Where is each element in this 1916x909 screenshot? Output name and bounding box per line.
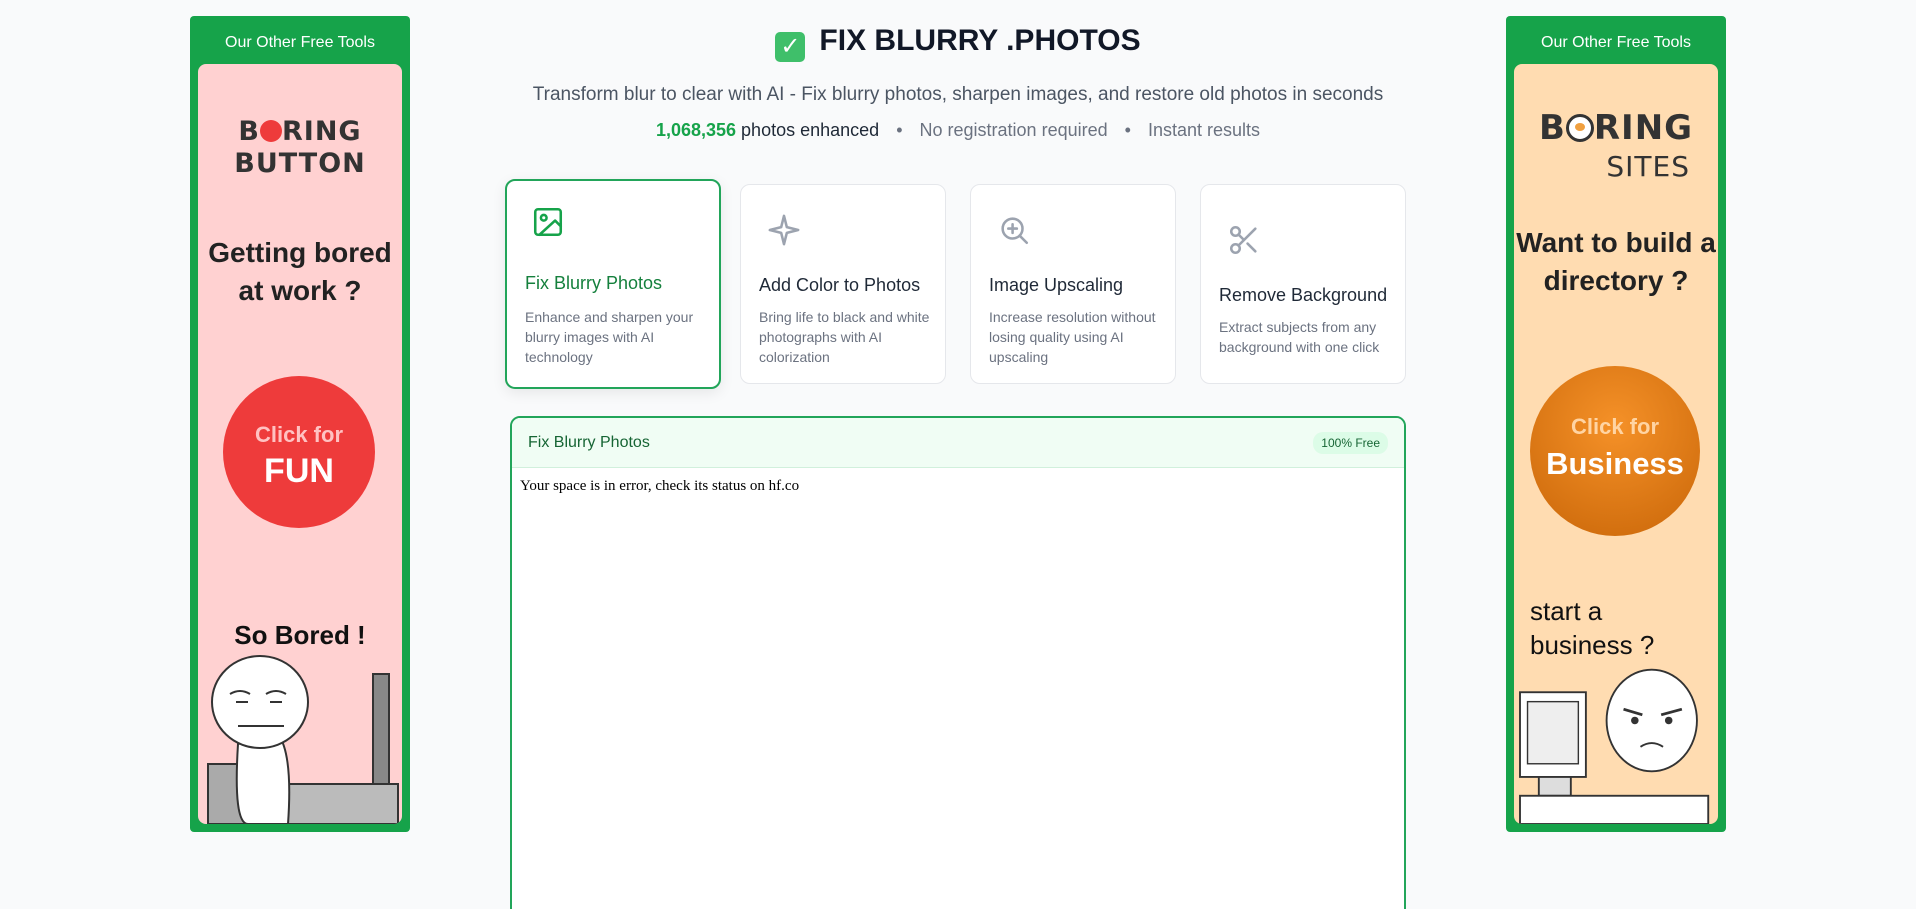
photos-enhanced-count: 1,068,356 — [655, 120, 737, 140]
bored-person-illustration — [207, 655, 399, 824]
tool-description: Enhance and sharpen your blurry images w… — [525, 309, 694, 365]
stats-bar: 1,068,356 photos enhanced • No registrat… — [0, 120, 1916, 141]
free-badge: 100% Free — [1313, 432, 1388, 454]
tool-name: Remove Background — [1219, 285, 1388, 305]
tool-name: Add Color to Photos — [759, 275, 921, 295]
scissors-icon — [1229, 225, 1257, 255]
click-for-fun-button[interactable]: Click for FUN — [223, 376, 375, 528]
tool-card-upscaling[interactable]: Image Upscaling Increase resolution with… — [970, 184, 1176, 384]
zoom-in-icon — [1001, 217, 1029, 245]
ad-tagline: So Bored ! — [234, 620, 366, 650]
ad-headline: Getting bored at work ? — [208, 237, 392, 306]
boring-button-ad[interactable]: B RING BUTTON Getting bored at work ? Cli… — [198, 64, 402, 824]
embedded-space-frame[interactable]: Your space is in error, check its status… — [512, 468, 1404, 505]
instant-results-text: Instant results — [1147, 120, 1261, 140]
person-at-computer-illustration — [1519, 668, 1710, 824]
boring-sites-ad[interactable]: B RING SITES Want to build a directory ? … — [1514, 64, 1718, 824]
ad-tagline: start a business ? — [1530, 596, 1655, 660]
panel-title: Fix Blurry Photos — [528, 434, 650, 451]
error-message: Your space is in error, check its status… — [520, 478, 800, 494]
check-icon: ✓ — [775, 32, 806, 62]
page-subtitle: Transform blur to clear with AI - Fix bl… — [532, 84, 1384, 105]
tool-card-remove-background[interactable]: Remove Background Extract subjects from … — [1200, 184, 1406, 384]
tool-card-add-color[interactable]: Add Color to Photos Bring life to black … — [740, 184, 946, 384]
tool-card-fix-blurry[interactable]: Fix Blurry Photos Enhance and sharpen yo… — [505, 179, 721, 389]
tool-description: Increase resolution without losing quali… — [989, 309, 1156, 365]
tool-panel: Fix Blurry Photos 100% Free Your space i… — [510, 416, 1406, 909]
tool-name: Image Upscaling — [989, 275, 1124, 295]
panel-header: Fix Blurry Photos 100% Free — [512, 418, 1404, 468]
separator: • — [896, 120, 903, 140]
tool-name: Fix Blurry Photos — [525, 273, 663, 293]
click-for-business-button[interactable]: Click for Business — [1530, 366, 1700, 536]
image-icon — [533, 207, 563, 237]
page-title: ✓ FIX BLURRY .PHOTOS — [0, 24, 1916, 62]
ad-logo-line2: SITES — [1606, 150, 1690, 183]
separator: • — [1124, 120, 1131, 140]
ad-headline: Want to build a directory ? — [1516, 227, 1716, 296]
sparkle-icon — [768, 214, 800, 246]
photos-enhanced-label: photos enhanced — [741, 120, 880, 140]
ad-logo-line2: BUTTON — [234, 148, 366, 179]
no-registration-text: No registration required — [919, 120, 1108, 140]
tool-description: Bring life to black and white photograph… — [759, 309, 930, 365]
tool-description: Extract subjects from any background wit… — [1219, 319, 1380, 355]
